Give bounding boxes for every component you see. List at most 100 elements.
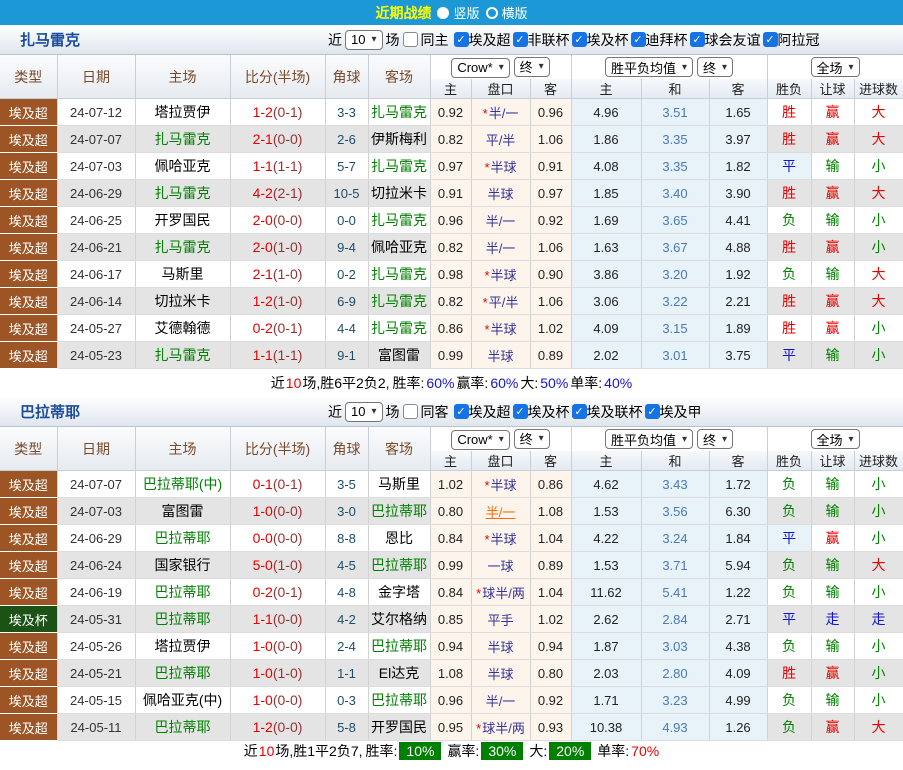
chevron-down-icon: ▾ — [682, 62, 687, 73]
away-team: El达克 — [368, 660, 430, 687]
europe-mean-select[interactable]: 胜平负均值 ▾ — [605, 57, 693, 77]
full-score: 2-0 — [253, 239, 273, 255]
games-count-select[interactable]: 10 ▾ — [345, 402, 383, 422]
league-filter[interactable]: ✓阿拉冠 — [763, 30, 820, 50]
cell-text: 0.98 — [438, 267, 463, 282]
odds-company-select[interactable]: Crow* ▾ — [451, 430, 509, 450]
checkbox-icon[interactable]: ✓ — [631, 32, 646, 47]
checkbox-icon[interactable] — [403, 32, 418, 47]
handicap-star: * — [484, 160, 489, 175]
league-badge: 埃及超 — [0, 714, 57, 741]
cell-text: 0.82 — [438, 294, 463, 309]
checkbox-icon[interactable]: ✓ — [454, 404, 469, 419]
asian-home-odds: 0.99 — [430, 552, 471, 579]
cell-text: 2.02 — [593, 348, 618, 363]
handicap-value: 半/一 — [486, 505, 516, 520]
league-badge: 埃及超 — [0, 660, 57, 687]
corner-score: 5-8 — [325, 714, 368, 741]
league-badge: 埃及超 — [0, 498, 57, 525]
cell-text: 巴拉蒂耶 — [155, 719, 211, 735]
europe-stage-select[interactable]: 终 ▾ — [697, 57, 733, 77]
asian-home-odds: 0.86 — [430, 315, 471, 342]
scope-select[interactable]: 全场 ▾ — [811, 57, 860, 77]
cell-text: 4.41 — [725, 213, 750, 228]
match-date: 24-05-26 — [57, 633, 135, 660]
europe-mean-select[interactable]: 胜平负均值 ▾ — [605, 429, 693, 449]
league-filter[interactable]: ✓埃及联杯 — [572, 402, 643, 422]
league-filter[interactable]: ✓埃及杯 — [513, 402, 570, 422]
match-result: 负 — [767, 633, 811, 660]
league-filter[interactable]: ✓球会友谊 — [690, 30, 761, 50]
handicap-result: 走 — [811, 606, 854, 633]
half-score: (0-1) — [273, 476, 303, 492]
cell-text: 平 — [782, 611, 796, 627]
odds-stage-select[interactable]: 终 ▾ — [514, 57, 550, 77]
handicap-star: * — [476, 721, 481, 736]
cell-text: 4-4 — [337, 321, 356, 336]
same-side-label: 同客 — [421, 402, 449, 422]
same-side-filter[interactable] — [403, 32, 418, 47]
league-filter[interactable]: ✓迪拜杯 — [631, 30, 688, 50]
cell-text: 巴拉蒂耶 — [371, 692, 427, 708]
radio-unselected-icon[interactable] — [486, 7, 498, 19]
cell-text: 输 — [826, 692, 840, 708]
match-score: 0-1(0-1) — [230, 471, 325, 498]
league-filter-label: 埃及甲 — [660, 402, 702, 422]
asian-handicap: 半/一 — [471, 687, 530, 714]
league-filter[interactable]: ✓埃及杯 — [572, 30, 629, 50]
league-filter[interactable]: ✓埃及超 — [454, 30, 511, 50]
layout-option-vertical[interactable]: 竖版 — [437, 3, 479, 22]
scope-select[interactable]: 全场 ▾ — [811, 429, 860, 449]
odds-company-select[interactable]: Crow* ▾ — [451, 58, 509, 78]
europe-stage-select[interactable]: 终 ▾ — [697, 429, 733, 449]
match-score: 1-2(0-1) — [230, 99, 325, 126]
checkbox-icon[interactable]: ✓ — [572, 404, 587, 419]
match-row: 埃及超24-06-29扎马雷克4-2(2-1)10-5切拉米卡0.91半球0.9… — [0, 180, 903, 207]
cell-text: 埃及超 — [9, 559, 48, 574]
same-side-filter[interactable] — [403, 404, 418, 419]
europe-draw-odds: 3.43 — [641, 471, 709, 498]
games-count-select[interactable]: 10 ▾ — [345, 30, 383, 50]
league-filter[interactable]: ✓非联杯 — [513, 30, 570, 50]
league-badge: 埃及超 — [0, 315, 57, 342]
checkbox-icon[interactable]: ✓ — [763, 32, 778, 47]
stat-label: 大: — [529, 741, 547, 761]
cell-text: 2-6 — [337, 132, 356, 147]
cell-text: 3.35 — [662, 159, 687, 174]
checkbox-icon[interactable]: ✓ — [645, 404, 660, 419]
radio-selected-icon[interactable] — [437, 7, 449, 19]
checkbox-icon[interactable]: ✓ — [513, 404, 528, 419]
cell-text: 9-1 — [337, 348, 356, 363]
asian-handicap: 半/一 — [471, 207, 530, 234]
half-score: (0-0) — [273, 503, 303, 519]
full-score: 2-1 — [253, 131, 273, 147]
cell-text: 2.03 — [593, 666, 618, 681]
odds-stage-select[interactable]: 终 ▾ — [514, 429, 550, 449]
cell-text: 0.96 — [438, 693, 463, 708]
checkbox-icon[interactable]: ✓ — [513, 32, 528, 47]
checkbox-icon[interactable]: ✓ — [690, 32, 705, 47]
europe-stage-value: 终 — [703, 430, 716, 449]
cell-text: 11.62 — [590, 585, 622, 600]
layout-option-horizontal[interactable]: 横版 — [486, 3, 528, 22]
col-header-score: 比分(半场) — [230, 427, 325, 471]
away-team: 扎马雷克 — [368, 153, 430, 180]
checkbox-icon[interactable]: ✓ — [454, 32, 469, 47]
asian-away-odds: 0.94 — [530, 633, 571, 660]
asian-home-odds: 0.80 — [430, 498, 471, 525]
asian-away-odds: 1.08 — [530, 498, 571, 525]
match-result: 平 — [767, 342, 811, 369]
checkbox-icon[interactable] — [403, 404, 418, 419]
league-filter[interactable]: ✓埃及超 — [454, 402, 511, 422]
europe-away-odds: 2.71 — [709, 606, 767, 633]
match-result: 胜 — [767, 315, 811, 342]
cell-text: 24-07-12 — [70, 105, 122, 120]
cell-text: 负 — [782, 266, 796, 282]
cell-text: 0.86 — [538, 477, 563, 492]
europe-away-odds: 4.88 — [709, 234, 767, 261]
same-side-label: 同主 — [421, 30, 449, 50]
checkbox-icon[interactable]: ✓ — [572, 32, 587, 47]
chevron-down-icon: ▾ — [371, 34, 376, 45]
match-row: 埃及超24-06-29巴拉蒂耶0-0(0-0)8-8恩比0.84*半球1.044… — [0, 525, 903, 552]
league-filter[interactable]: ✓埃及甲 — [645, 402, 702, 422]
